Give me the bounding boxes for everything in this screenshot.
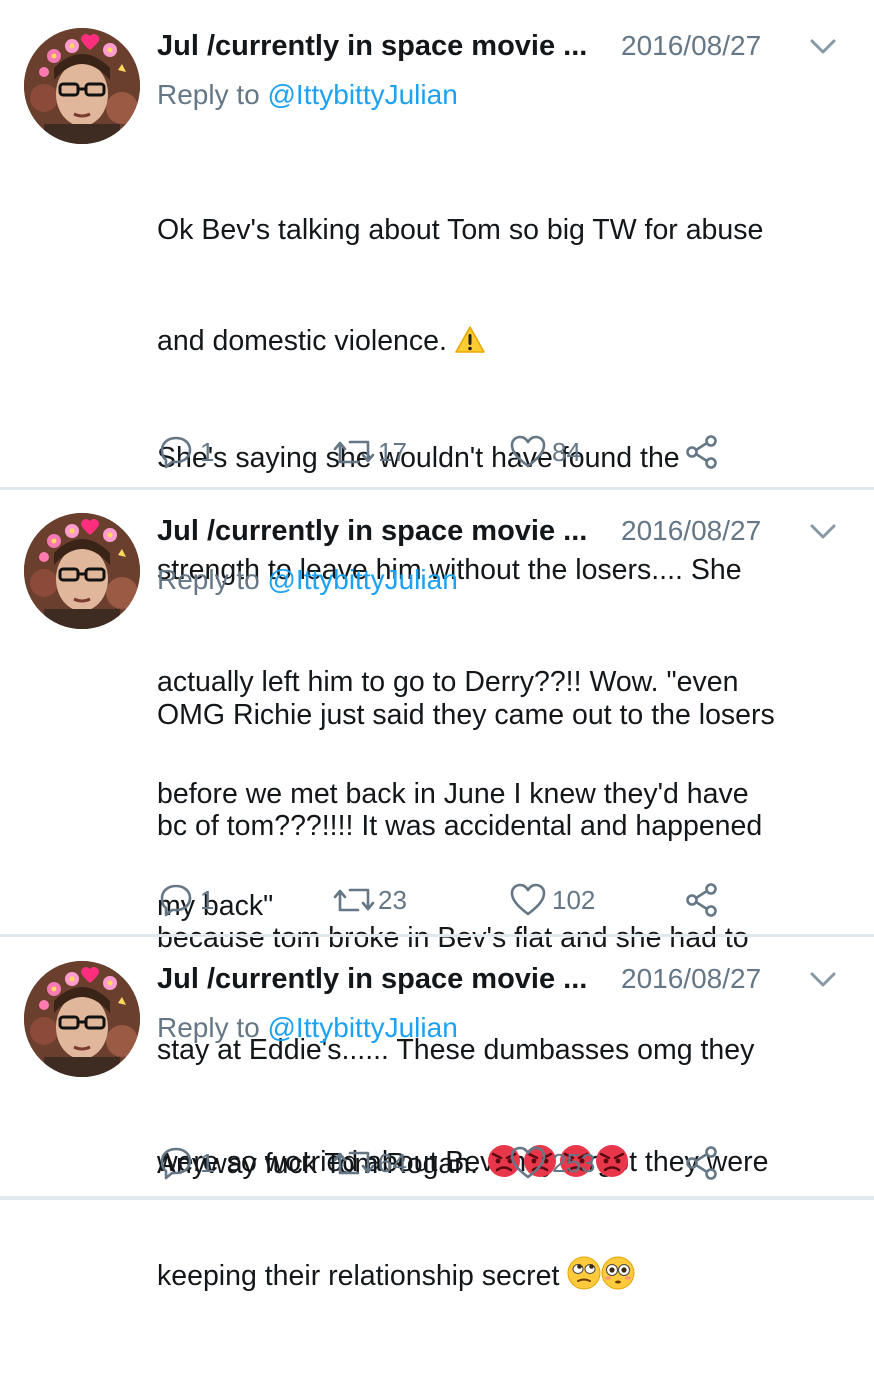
avatar[interactable]: [24, 513, 140, 629]
share-button[interactable]: [684, 1143, 720, 1183]
retweet-icon: [333, 888, 375, 912]
reply-icon: [160, 884, 192, 917]
avatar[interactable]: [24, 28, 140, 144]
flushed-emoji: [601, 1256, 635, 1300]
like-button[interactable]: 102: [510, 880, 595, 920]
tweet-date: 2016/08/27: [621, 30, 762, 61]
reply-prefix: Reply to: [157, 564, 268, 595]
eye-roll-emoji: [567, 1256, 601, 1300]
retweet-button[interactable]: 64: [332, 1143, 407, 1183]
avatar-image: [24, 513, 140, 629]
retweet-button[interactable]: 23: [332, 880, 407, 920]
tweet-date: 2016/08/27: [621, 963, 762, 994]
like-button[interactable]: 253: [510, 1143, 595, 1183]
reply-button[interactable]: 1: [158, 880, 214, 920]
avatar-image: [24, 961, 140, 1077]
tweet-date: 2016/08/27: [621, 515, 762, 546]
like-count: 253: [552, 1148, 596, 1178]
reply-context: Reply to @IttybittyJulian: [157, 77, 458, 113]
reply-handle-link[interactable]: @IttybittyJulian: [268, 564, 458, 595]
avatar[interactable]: [24, 961, 140, 1077]
heart-icon: [510, 883, 546, 916]
share-icon: [686, 435, 717, 469]
share-icon: [686, 1146, 717, 1180]
reply-icon: [160, 1147, 192, 1180]
warning-emoji: [455, 325, 485, 365]
retweet-count: 23: [378, 885, 407, 915]
tweet-line: because tom broke in Bev's flat and she …: [157, 922, 749, 955]
reply-handle-link[interactable]: @IttybittyJulian: [268, 1012, 458, 1043]
like-button[interactable]: 84: [510, 432, 581, 472]
chevron-down-icon[interactable]: [808, 969, 838, 991]
reply-prefix: Reply to: [157, 79, 268, 110]
avatar-image: [24, 28, 140, 144]
reply-count: 1: [200, 437, 215, 467]
share-button[interactable]: [684, 880, 720, 920]
retweet-count: 17: [378, 437, 407, 467]
retweet-count: 64: [378, 1148, 407, 1178]
reply-button[interactable]: 1: [158, 432, 214, 472]
retweet-icon: [333, 1151, 375, 1175]
author-name[interactable]: Jul /currently in space movie ...: [157, 28, 587, 64]
retweet-button[interactable]: 17: [332, 432, 407, 472]
like-count: 102: [552, 885, 596, 915]
tweet-divider: [0, 934, 874, 937]
author-name[interactable]: Jul /currently in space movie ...: [157, 513, 587, 549]
tweet-line: and domestic violence.: [157, 323, 857, 365]
reply-count: 1: [200, 885, 215, 915]
reply-handle-link[interactable]: @IttybittyJulian: [268, 79, 458, 110]
tweet[interactable]: Jul /currently in space movie ... 2016/0…: [0, 961, 874, 1191]
retweet-icon: [333, 440, 375, 464]
tweet-line: OMG Richie just said they came out to th…: [157, 698, 775, 731]
like-count: 84: [552, 437, 581, 467]
share-button[interactable]: [684, 432, 720, 472]
tweet[interactable]: Jul /currently in space movie ... 2016/0…: [0, 28, 874, 922]
reply-button[interactable]: 1: [158, 1143, 214, 1183]
chevron-down-icon[interactable]: [808, 521, 838, 543]
share-icon: [686, 883, 717, 917]
reply-count: 1: [200, 1148, 215, 1178]
reply-prefix: Reply to: [157, 1012, 268, 1043]
tweet[interactable]: Jul /currently in space movie ... 2016/0…: [0, 513, 874, 1292]
tweet-actions: 1 17 84: [0, 432, 874, 472]
tweet-line: bc of tom???!!!! It was accidental and h…: [157, 810, 763, 843]
tweet-actions: 1 64 253: [0, 1143, 874, 1183]
author-name[interactable]: Jul /currently in space movie ...: [157, 961, 587, 997]
reply-icon: [160, 436, 192, 469]
heart-icon: [510, 435, 546, 468]
tweet-actions: 1 23 102: [0, 880, 874, 920]
tweet-divider: [0, 1196, 874, 1200]
reply-context: Reply to @IttybittyJulian: [157, 1010, 458, 1046]
tweet-line: Ok Bev's talking about Tom so big TW for…: [157, 213, 764, 246]
heart-icon: [510, 1146, 546, 1179]
chevron-down-icon[interactable]: [808, 36, 838, 58]
tweet-line: keeping their relationship secret: [157, 1256, 857, 1300]
tweet-divider: [0, 487, 874, 490]
reply-context: Reply to @IttybittyJulian: [157, 562, 458, 598]
